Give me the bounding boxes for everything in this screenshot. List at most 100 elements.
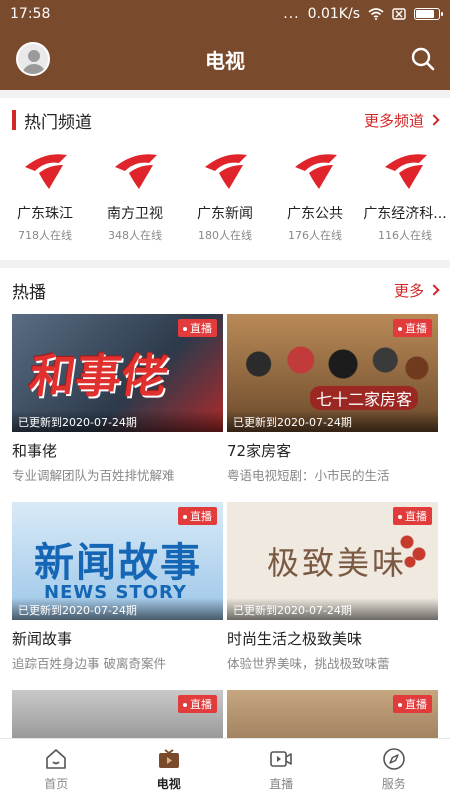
nav-label: 直播: [269, 777, 294, 791]
updated-label: 已更新到2020-07-24期: [227, 598, 438, 620]
program-title: 新闻故事: [12, 630, 73, 648]
channel-item[interactable]: 广东经济科... 116人在线: [360, 145, 450, 255]
chevron-right-icon: [428, 284, 440, 296]
program-desc: 追踪百姓身边事 破离奇案件: [12, 656, 166, 671]
nav-home[interactable]: 首页: [0, 739, 113, 800]
more-broadcast-link[interactable]: 更多: [393, 280, 440, 301]
nav-label: 首页: [44, 777, 69, 791]
bottom-nav: 首页 电视 直播 服务: [0, 738, 450, 800]
channel-name: 广东经济科...: [363, 206, 447, 222]
gdtv-logo-icon: [205, 154, 247, 189]
live-dot-icon: [183, 327, 187, 331]
tv-icon: [158, 749, 179, 768]
thumbnail-art-text: 和事佬: [25, 349, 172, 403]
live-label: 直播: [405, 698, 427, 711]
updated-label: 已更新到2020-07-24期: [12, 598, 223, 620]
live-dot-icon: [398, 515, 402, 519]
program-card[interactable]: 七十二家房客 直播 已更新到2020-07-24期 72家房客 粤语电视短剧：小…: [227, 314, 438, 484]
live-badge: 直播: [393, 507, 432, 525]
avatar-head: [28, 50, 40, 62]
channel-name: 广东珠江: [17, 206, 73, 222]
divider: [0, 260, 450, 268]
gdtv-logo-icon: [295, 154, 337, 189]
live-badge: 直播: [393, 695, 432, 713]
program-title: 72家房客: [227, 442, 292, 460]
live-badge: 直播: [178, 507, 217, 525]
channel-item[interactable]: 广东公共 176人在线: [270, 145, 360, 255]
program-grid: 和事佬 直播 已更新到2020-07-24期 和事佬 专业调解团队为百姓排忧解难…: [12, 314, 438, 800]
app-bar: 电视: [0, 28, 450, 90]
program-desc: 专业调解团队为百姓排忧解难: [12, 468, 175, 483]
nav-tv[interactable]: 电视: [113, 739, 226, 800]
nav-live[interactable]: 直播: [225, 739, 338, 800]
live-dot-icon: [183, 703, 187, 707]
program-title: 时尚生活之极致美味: [227, 630, 363, 648]
nav-label: 服务: [381, 777, 406, 791]
program-title: 和事佬: [12, 442, 58, 460]
status-bar: 17:58 ... 0.01K/s: [0, 0, 450, 28]
hot-channels-title: 热门频道: [24, 112, 92, 133]
nav-service[interactable]: 服务: [338, 739, 450, 800]
channel-online-count: 176人在线: [288, 229, 342, 242]
live-dot-icon: [183, 515, 187, 519]
nav-label: 电视: [156, 777, 181, 791]
gdtv-logo-icon: [115, 154, 157, 189]
channel-item[interactable]: 广东珠江 718人在线: [0, 145, 90, 255]
program-desc: 体验世界美味，挑战极致味蕾: [227, 656, 390, 671]
channel-name: 广东新闻: [197, 206, 253, 222]
avatar[interactable]: [16, 42, 50, 76]
hot-broadcast-title: 热播: [12, 282, 46, 303]
divider: [0, 90, 450, 98]
program-card[interactable]: 和事佬 直播 已更新到2020-07-24期 和事佬 专业调解团队为百姓排忧解难: [12, 314, 223, 484]
live-label: 直播: [190, 698, 212, 711]
live-dot-icon: [398, 703, 402, 707]
page-title: 电视: [205, 48, 245, 73]
battery-icon: [414, 8, 443, 20]
more-broadcast-label: 更多: [393, 281, 424, 300]
status-time: 17:58: [10, 6, 51, 22]
live-dot-icon: [398, 327, 402, 331]
search-icon[interactable]: [410, 46, 436, 72]
channel-online-count: 116人在线: [378, 229, 432, 242]
program-thumbnail[interactable]: 新闻故事 NEWS STORY 直播 已更新到2020-07-24期: [12, 502, 223, 620]
gdtv-logo-icon: [385, 154, 427, 189]
berry-decoration: [398, 530, 428, 570]
net-speed: 0.01K/s: [307, 6, 360, 22]
compass-icon: [382, 748, 405, 770]
sim-blocked-icon: [392, 8, 406, 20]
accent-bar: [12, 110, 16, 130]
chevron-right-icon: [428, 114, 440, 126]
thumbnail-art-text: 极致美味: [267, 544, 408, 582]
channel-item[interactable]: 广东新闻 180人在线: [180, 145, 270, 255]
video-icon: [270, 751, 293, 767]
more-channels-link[interactable]: 更多频道: [364, 110, 440, 131]
live-badge: 直播: [393, 319, 432, 337]
home-icon: [46, 749, 67, 769]
updated-label: 已更新到2020-07-24期: [227, 410, 438, 432]
hot-broadcast-header: 热播 更多: [0, 268, 450, 312]
thumbnail-art-text: 新闻故事: [34, 540, 202, 586]
live-badge: 直播: [178, 695, 217, 713]
signal-dots: ...: [283, 6, 300, 22]
program-desc: 粤语电视短剧：小市民的生活: [227, 468, 390, 483]
program-thumbnail[interactable]: 极致美味 直播 已更新到2020-07-24期: [227, 502, 438, 620]
live-label: 直播: [190, 322, 212, 335]
channel-name: 广东公共: [287, 206, 343, 222]
channel-online-count: 180人在线: [198, 229, 252, 242]
avatar-body: [22, 64, 46, 74]
gdtv-logo-icon: [25, 154, 67, 189]
live-label: 直播: [405, 322, 427, 335]
channel-online-count: 348人在线: [108, 229, 162, 242]
program-thumbnail[interactable]: 和事佬 直播 已更新到2020-07-24期: [12, 314, 223, 432]
thumbnail-art-text: 七十二家房客: [309, 386, 418, 410]
program-thumbnail[interactable]: 七十二家房客 直播 已更新到2020-07-24期: [227, 314, 438, 432]
program-card[interactable]: 新闻故事 NEWS STORY 直播 已更新到2020-07-24期 新闻故事 …: [12, 502, 223, 672]
battery-level: [416, 10, 435, 18]
updated-label: 已更新到2020-07-24期: [12, 410, 223, 432]
live-badge: 直播: [178, 319, 217, 337]
status-indicators: ... 0.01K/s: [283, 6, 443, 22]
channel-item[interactable]: 南方卫视 348人在线: [90, 145, 180, 255]
hot-channels-header: 热门频道 更多频道: [0, 98, 450, 142]
live-label: 直播: [190, 510, 212, 523]
program-card[interactable]: 极致美味 直播 已更新到2020-07-24期 时尚生活之极致美味 体验世界美味…: [227, 502, 438, 672]
